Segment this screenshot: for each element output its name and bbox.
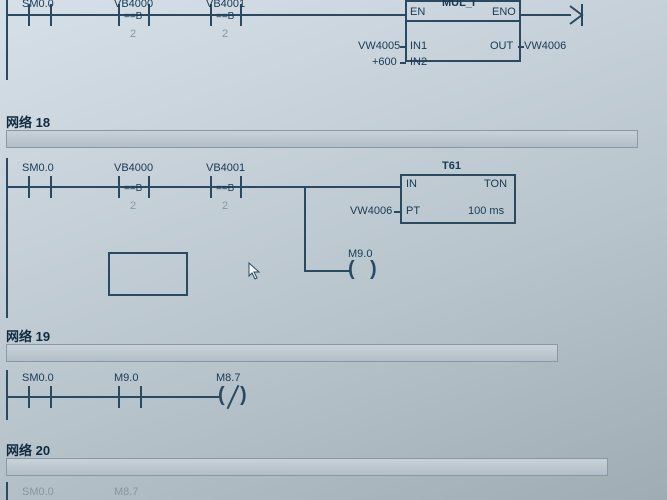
left-rail-20 xyxy=(6,482,8,500)
c18-2a: VB4000 xyxy=(114,162,153,174)
pin-in1: IN1 xyxy=(410,40,427,52)
cmp-addr: VB4000 xyxy=(114,0,153,10)
network-18-comment-bar[interactable] xyxy=(6,130,638,148)
branch-v xyxy=(304,186,306,272)
contact-label: SM0.0 xyxy=(22,0,54,10)
pin-out: OUT xyxy=(490,40,513,52)
in1-val: VW4005 xyxy=(358,40,400,52)
pin-in2: IN2 xyxy=(410,56,427,68)
pt-stub xyxy=(394,211,402,213)
mul-divider xyxy=(405,20,519,22)
eno-wire xyxy=(519,14,571,16)
stub-out xyxy=(518,46,524,48)
c18-1: SM0.0 xyxy=(22,162,54,174)
c18-3o: ==B xyxy=(216,183,234,194)
rung17-wire xyxy=(6,14,406,16)
timer-in: IN xyxy=(406,178,417,190)
coil-m90-label: M9.0 xyxy=(348,248,372,260)
network-18-title: 网络 18 xyxy=(6,112,50,131)
network-19-comment-bar[interactable] xyxy=(6,344,558,362)
branch-h xyxy=(304,270,350,272)
not-slash-icon xyxy=(227,385,240,409)
c18-3a: VB4001 xyxy=(206,162,245,174)
c18-2o: ==B xyxy=(124,183,142,194)
c18-3v: 2 xyxy=(222,200,228,212)
cmp-op: ==B xyxy=(124,11,142,22)
network-19-title: 网络 19 xyxy=(6,326,50,345)
pin-en: EN xyxy=(410,6,425,18)
c20-1: SM0.0 xyxy=(22,486,54,498)
c19-2: M9.0 xyxy=(114,372,138,384)
c18-2v: 2 xyxy=(130,200,136,212)
left-rail-17 xyxy=(6,0,8,80)
network-20-comment-bar[interactable] xyxy=(6,458,608,476)
timer-type: TON xyxy=(484,178,507,190)
rung18-wire xyxy=(6,186,402,188)
coil-m87-label: M8.7 xyxy=(216,372,240,384)
cmp-addr2: VB4001 xyxy=(206,0,245,10)
left-rail-18 xyxy=(6,158,8,318)
stub-in2 xyxy=(400,62,406,64)
mouse-cursor-icon xyxy=(248,262,262,280)
block-type: MUL_I xyxy=(442,0,475,9)
out-val: VW4006 xyxy=(524,40,566,52)
terminate-icon xyxy=(568,4,588,29)
stub-in1 xyxy=(400,46,406,48)
timer-preset: 100 ms xyxy=(468,205,504,217)
in2-val: +600 xyxy=(372,56,397,68)
cmp-val: 2 xyxy=(130,28,136,40)
cmp-val2: 2 xyxy=(222,28,228,40)
timer-ptlbl: PT xyxy=(406,205,420,217)
cmp-op2: ==B xyxy=(216,11,234,22)
network-20-title: 网络 20 xyxy=(6,440,50,459)
c20-2: M8.7 xyxy=(114,486,138,498)
c19-1: SM0.0 xyxy=(22,372,54,384)
timer-name: T61 xyxy=(442,160,461,172)
left-rail-19 xyxy=(6,370,8,420)
rung19-wire xyxy=(6,396,220,398)
ghost-selection-box[interactable] xyxy=(108,252,188,296)
pin-eno: ENO xyxy=(492,6,516,18)
timer-pt-val: VW4006 xyxy=(350,205,392,217)
